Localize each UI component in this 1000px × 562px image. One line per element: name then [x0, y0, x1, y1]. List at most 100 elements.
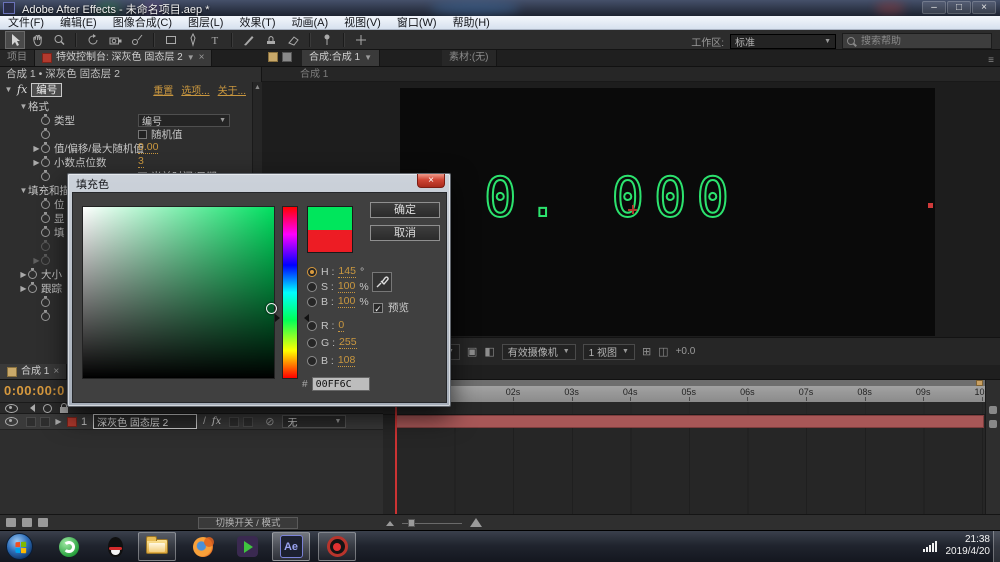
cancel-button[interactable]: 取消 [370, 225, 440, 241]
property-value[interactable]: 0.00 [138, 142, 158, 154]
twirl-closed-icon[interactable]: ▶ [54, 417, 63, 426]
layer-visibility-icon[interactable] [5, 417, 18, 426]
clone-stamp-tool[interactable] [261, 31, 281, 49]
composition-canvas[interactable]: 0. 000 [400, 88, 935, 336]
expand-render-icon[interactable] [22, 518, 32, 527]
stopwatch-icon[interactable] [41, 228, 50, 237]
puppet-pin-tool[interactable] [317, 31, 337, 49]
menu-item-2[interactable]: 图像合成(C) [105, 16, 180, 30]
property-checkbox[interactable] [138, 130, 147, 139]
stopwatch-icon[interactable] [41, 298, 50, 307]
minimize-button[interactable]: – [922, 1, 946, 14]
video-eye-icon[interactable] [5, 404, 18, 413]
pen-tool[interactable] [183, 31, 203, 49]
rgb-radio-row-G[interactable]: G :255 [307, 336, 357, 349]
stopwatch-icon[interactable] [41, 172, 50, 181]
comp-marker-icon[interactable] [989, 406, 997, 414]
close-button[interactable]: × [972, 1, 996, 14]
color-cursor[interactable] [266, 303, 277, 314]
menu-item-7[interactable]: 窗口(W) [389, 16, 445, 30]
twirl-open-icon[interactable]: ▼ [19, 102, 28, 111]
stopwatch-icon[interactable] [41, 312, 50, 321]
preview-checkbox[interactable]: ✓ [373, 303, 383, 313]
taskbar-recorder[interactable] [318, 532, 356, 561]
current-timecode[interactable]: 0:00:00:0 [4, 383, 65, 398]
menu-item-1[interactable]: 编辑(E) [52, 16, 105, 30]
twirl-open-icon[interactable]: ▼ [19, 186, 28, 195]
channel-value[interactable]: 100 [338, 281, 356, 293]
stopwatch-icon[interactable] [41, 256, 50, 265]
stopwatch-icon[interactable] [28, 284, 37, 293]
quality-switch-icon[interactable]: / [203, 416, 206, 427]
stopwatch-icon[interactable] [41, 144, 50, 153]
close-tab-icon[interactable]: × [199, 50, 205, 66]
stopwatch-icon[interactable] [41, 242, 50, 251]
rgb-radio[interactable] [307, 321, 317, 331]
effect-row-类型[interactable]: 类型编号▼ [0, 113, 252, 127]
fx-switch-icon[interactable]: fx [212, 416, 221, 427]
camera-tool[interactable] [105, 31, 125, 49]
effect-row-小数点位数[interactable]: ▶小数点位数3 [0, 155, 252, 169]
menu-item-6[interactable]: 视图(V) [336, 16, 389, 30]
twirl-closed-icon[interactable]: ▶ [32, 256, 41, 265]
stopwatch-icon[interactable] [41, 116, 50, 125]
start-button[interactable] [6, 533, 33, 560]
stopwatch-icon[interactable] [28, 270, 37, 279]
stopwatch-icon[interactable] [41, 214, 50, 223]
scroll-up-icon[interactable]: ▲ [254, 84, 261, 91]
menu-item-5[interactable]: 动画(A) [284, 16, 337, 30]
time-ruler[interactable]: 02s03s04s05s06s07s08s09s10s [383, 386, 985, 403]
layer-duration-bar[interactable] [396, 415, 984, 428]
hue-slider[interactable] [282, 206, 298, 379]
preview-checkbox-row[interactable]: ✓ 预览 [373, 300, 409, 315]
tray-clock[interactable]: 21:38 2019/4/20 [946, 534, 991, 558]
layer-switch-cell[interactable] [243, 417, 253, 427]
axis-mode-tool[interactable] [351, 31, 371, 49]
hue-slider-arrow-left[interactable] [275, 314, 284, 322]
views-dropdown[interactable]: 1 视图 ▼ [583, 344, 635, 360]
channel-value[interactable]: 0 [338, 320, 344, 332]
taskbar-firefox[interactable] [184, 532, 222, 561]
tab-footage[interactable]: 素材:(无) [442, 50, 496, 66]
tab-timeline-comp[interactable]: 合成 1 × [0, 364, 67, 379]
rgb-radio-row-R[interactable]: R :0 [307, 319, 344, 332]
hsb-radio-row-S[interactable]: S :100% [307, 280, 369, 293]
eyedropper-button[interactable] [372, 272, 392, 292]
taskbar-after-effects[interactable]: Ae [272, 532, 310, 561]
taskbar-player[interactable] [228, 532, 266, 561]
layer-row[interactable]: ▶ 1 / fx ⊘ 无 ▼ [0, 414, 383, 430]
pan-behind-tool[interactable] [127, 31, 147, 49]
mask-tool[interactable] [161, 31, 181, 49]
lock-icon[interactable] [60, 407, 68, 413]
effect-row-值/偏移/最大随机值[interactable]: ▶值/偏移/最大随机值0.00 [0, 141, 252, 155]
axis-icon[interactable]: ◫ [658, 345, 668, 358]
zoom-out-mountain-icon[interactable] [386, 521, 394, 526]
layer-switch-cell[interactable] [40, 417, 50, 427]
channels-icon[interactable]: ◧ [484, 345, 494, 358]
hsb-radio[interactable] [307, 297, 317, 307]
rgb-radio-row-B[interactable]: B :108 [307, 354, 355, 367]
ok-button[interactable]: 确定 [370, 202, 440, 218]
hsb-radio-row-B[interactable]: B :100% [307, 295, 369, 308]
chevron-down-icon[interactable]: ▼ [364, 50, 372, 66]
guides-icon[interactable]: ⊞ [642, 345, 651, 358]
timeline-zoom-thumb[interactable] [408, 519, 415, 527]
options-link[interactable]: 选项... [181, 86, 209, 97]
panel-menu-icon[interactable]: ≡ [988, 55, 994, 66]
camera-dropdown[interactable]: 有效摄像机 ▼ [502, 344, 576, 360]
comp-flowchart-icon[interactable] [989, 420, 997, 428]
hex-input[interactable] [312, 377, 370, 391]
reset-link[interactable]: 重置 [153, 86, 173, 97]
expand-in-point-icon[interactable] [6, 518, 16, 527]
taskbar-browser-360[interactable] [50, 532, 88, 561]
show-desktop-button[interactable] [993, 531, 1000, 562]
about-link[interactable]: 关于... [218, 86, 246, 97]
twirl-closed-icon[interactable]: ▶ [19, 284, 28, 293]
channel-value[interactable]: 145 [338, 266, 356, 278]
eraser-tool[interactable] [283, 31, 303, 49]
menu-item-8[interactable]: 帮助(H) [445, 16, 498, 30]
snapshot-icon[interactable]: ▣ [467, 345, 477, 358]
menu-item-4[interactable]: 效果(T) [231, 16, 283, 30]
twirl-closed-icon[interactable]: ▶ [32, 158, 41, 167]
taskbar-explorer[interactable] [138, 532, 176, 561]
